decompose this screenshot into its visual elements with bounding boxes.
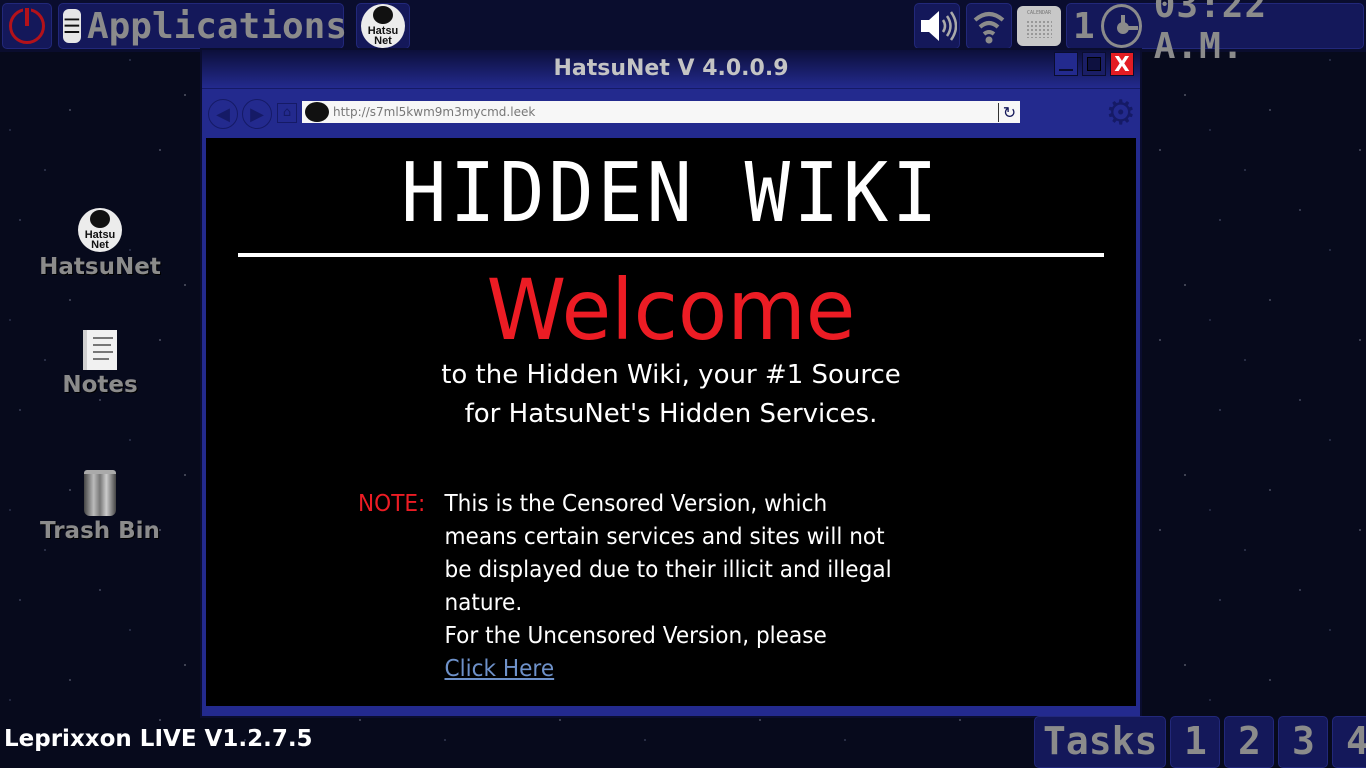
- clock-time: 03:22 A.M.: [1153, 0, 1268, 67]
- applications-label: Applications: [86, 5, 348, 47]
- power-icon: [7, 6, 47, 46]
- back-button[interactable]: ◀: [208, 99, 238, 129]
- clock-icon: [1100, 4, 1142, 48]
- desktop-icon-label: Trash Bin: [40, 518, 160, 544]
- calendar-icon: CALENDAR: [1017, 6, 1061, 46]
- desktop-icon-label: HatsuNet: [39, 254, 161, 280]
- note-line: means certain services and sites will no…: [444, 524, 885, 550]
- power-button[interactable]: [2, 3, 52, 49]
- note-line: be displayed due to their illicit and il…: [444, 557, 892, 583]
- url-input[interactable]: http://s7ml5kwm9m3mycmd.leek: [333, 105, 998, 119]
- wifi-icon: [973, 12, 1005, 44]
- maximize-button[interactable]: [1082, 52, 1106, 76]
- window-title: HatsuNet V 4.0.0.9: [553, 56, 789, 81]
- note-line: For the Uncensored Version, please: [444, 623, 827, 649]
- window-footer: [202, 706, 1140, 716]
- arrow-left-icon: ◀: [216, 103, 230, 125]
- minimize-button[interactable]: [1054, 52, 1078, 76]
- calendar-day: 1: [1073, 5, 1095, 47]
- applications-menu-button[interactable]: ☰ Applications: [58, 3, 348, 49]
- intro-line: to the Hidden Wiki, your #1 Source: [441, 360, 901, 390]
- hatsunet-taskbar-button[interactable]: Hatsu Net: [356, 3, 410, 49]
- tasks-label: Tasks: [1034, 716, 1167, 768]
- note-line: nature.: [444, 590, 523, 616]
- welcome-heading: Welcome: [486, 261, 856, 359]
- navigation-bar: ◀ ▶ ⌂ http://s7ml5kwm9m3mycmd.leek ↻ ⚙: [202, 88, 1140, 136]
- desktop-icon-notes[interactable]: Notes: [20, 330, 180, 398]
- volume-button[interactable]: [914, 3, 960, 49]
- hatsunet-logo-icon: Hatsu Net: [78, 208, 122, 252]
- page-content: HIDDEN WIKI Welcome to the Hidden Wiki, …: [206, 138, 1136, 706]
- note-label: NOTE:: [358, 491, 426, 517]
- desktop-icon-trash[interactable]: Trash Bin: [20, 470, 180, 544]
- task-switcher: Tasks 1 2 3 4: [1034, 716, 1366, 768]
- settings-gear-icon[interactable]: ⚙: [1106, 96, 1136, 130]
- close-button[interactable]: X: [1110, 52, 1134, 76]
- censorship-note: NOTE: This is the Censored Version, whic…: [358, 488, 941, 682]
- home-icon: ⌂: [282, 105, 292, 120]
- browser-window: HatsuNet V 4.0.0.9 X ◀ ▶ ⌂ http://s7ml5k…: [200, 48, 1142, 718]
- note-line: This is the Censored Version, which: [444, 491, 828, 517]
- site-favicon-icon: [305, 102, 329, 122]
- top-panel: ☰ Applications Hatsu Net CALENDAR 1 03:2…: [0, 0, 1366, 67]
- trash-icon: [84, 470, 116, 516]
- hatsunet-logo-icon: Hatsu Net: [361, 4, 405, 48]
- reload-icon[interactable]: ↻: [998, 102, 1020, 122]
- wifi-button[interactable]: [966, 3, 1012, 49]
- calendar-button[interactable]: CALENDAR: [1016, 3, 1062, 49]
- clock-widget[interactable]: 1 03:22 A.M.: [1066, 0, 1364, 67]
- page-title: HIDDEN WIKI: [400, 146, 942, 241]
- applications-icon: ☰: [63, 9, 81, 43]
- title-divider: [238, 253, 1104, 257]
- uncensored-version-link[interactable]: Click Here: [444, 656, 554, 682]
- os-version-label: Leprixxon LIVE V1.2.7.5: [4, 726, 313, 752]
- arrow-right-icon: ▶: [250, 103, 264, 125]
- task-button-3[interactable]: 3: [1278, 716, 1329, 768]
- task-button-4[interactable]: 4: [1332, 716, 1366, 768]
- desktop-icon-hatsunet[interactable]: Hatsu Net HatsuNet: [20, 208, 180, 280]
- forward-button[interactable]: ▶: [242, 99, 272, 129]
- notes-icon: [83, 330, 117, 370]
- task-button-2[interactable]: 2: [1224, 716, 1275, 768]
- url-bar[interactable]: http://s7ml5kwm9m3mycmd.leek ↻: [302, 101, 1020, 123]
- speaker-icon: [921, 11, 957, 41]
- intro-text: to the Hidden Wiki, your #1 Source for H…: [206, 356, 1136, 434]
- home-button[interactable]: ⌂: [277, 103, 297, 123]
- desktop-icon-label: Notes: [62, 372, 138, 398]
- task-button-1[interactable]: 1: [1170, 716, 1221, 768]
- window-title-bar[interactable]: HatsuNet V 4.0.0.9 X: [202, 50, 1140, 88]
- intro-line: for HatsuNet's Hidden Services.: [464, 399, 878, 429]
